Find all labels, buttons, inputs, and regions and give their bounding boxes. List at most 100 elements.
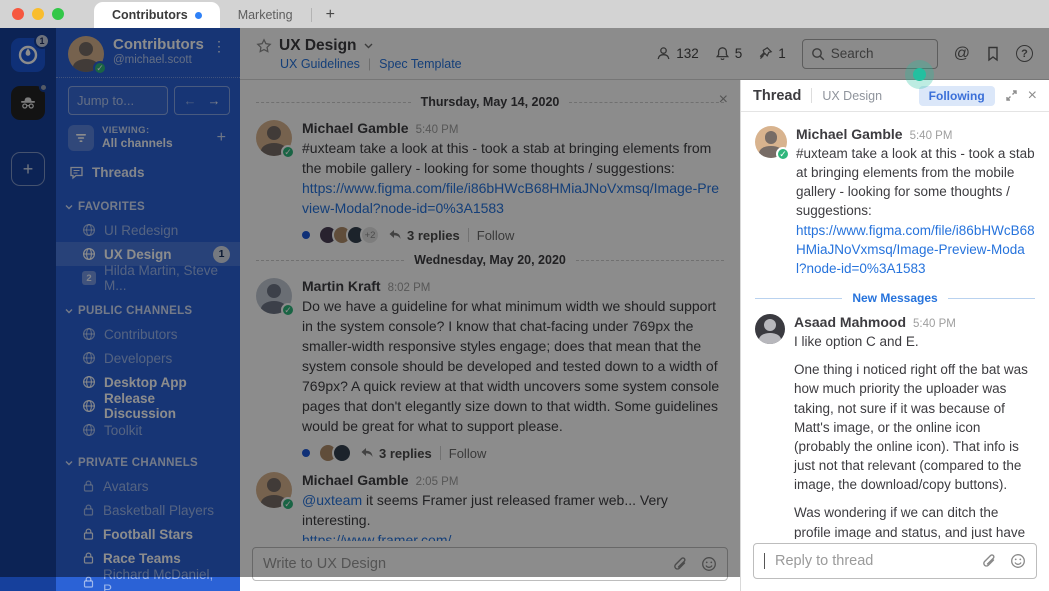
workspace-contributors[interactable]: 1 bbox=[11, 33, 50, 72]
expand-icon[interactable] bbox=[1005, 89, 1018, 102]
channel-header: UX Design UX Guidelines | Spec Template … bbox=[240, 28, 1049, 80]
thread-summary[interactable]: +2 3 replies Follow bbox=[302, 224, 724, 246]
close-icon[interactable]: × bbox=[719, 92, 728, 108]
add-channel-button[interactable]: + bbox=[215, 129, 228, 147]
framer-link[interactable]: https://www.framer.com/ bbox=[302, 532, 451, 541]
sidebar-item-release-discussion[interactable]: Release Discussion bbox=[56, 391, 240, 421]
section-favorites[interactable]: FAVORITES bbox=[56, 196, 240, 218]
figma-link[interactable]: https://www.figma.com/file/i86bHWcB68HMi… bbox=[302, 180, 719, 216]
sidebar-item-basketball-players[interactable]: Basketball Players bbox=[56, 498, 240, 522]
replies-link[interactable]: 3 replies bbox=[360, 446, 432, 461]
avatar bbox=[755, 314, 785, 345]
favorite-star-icon[interactable] bbox=[256, 37, 272, 54]
pinned-posts-button[interactable]: 5 bbox=[715, 46, 742, 61]
globe-icon bbox=[82, 351, 96, 365]
unread-count-badge: 1 bbox=[213, 245, 230, 263]
message-author[interactable]: Michael Gamble bbox=[302, 472, 409, 488]
lock-icon bbox=[82, 527, 95, 541]
online-status-icon: ✓ bbox=[281, 145, 295, 159]
header-link-spec-template[interactable]: Spec Template bbox=[379, 57, 461, 71]
forward-icon[interactable]: → bbox=[208, 93, 221, 108]
close-window-button[interactable] bbox=[12, 8, 24, 20]
lock-icon bbox=[82, 503, 95, 517]
sidebar-item-richard-mcdaniel[interactable]: Richard McDaniel, P... bbox=[56, 567, 240, 591]
message-author[interactable]: Michael Gamble bbox=[796, 126, 903, 142]
channel-sidebar: ✓ Contributors @michael.scott ⋮ ← → VIEW bbox=[56, 28, 240, 591]
attachment-icon[interactable] bbox=[982, 553, 996, 569]
new-tab-button[interactable]: + bbox=[312, 2, 349, 28]
meta-separator bbox=[439, 446, 441, 461]
sidebar-item-developers[interactable]: Developers bbox=[56, 346, 240, 370]
help-button[interactable]: ? bbox=[1016, 45, 1033, 62]
sidebar-menu-icon[interactable]: ⋮ bbox=[208, 36, 230, 57]
message-list[interactable]: × Thursday, May 14, 2020 ✓ Michael Gambl… bbox=[240, 80, 740, 541]
window-controls bbox=[0, 0, 78, 28]
bookmark-icon[interactable] bbox=[986, 46, 1000, 62]
sidebar-item-group-dm[interactable]: 2 Hilda Martin, Steve M... bbox=[56, 263, 240, 293]
header-link-ux-guidelines[interactable]: UX Guidelines bbox=[280, 57, 360, 71]
globe-icon bbox=[82, 399, 96, 413]
reply-input[interactable] bbox=[775, 553, 968, 569]
sidebar-item-toolkit[interactable]: Toolkit bbox=[56, 418, 240, 442]
tab-contributors[interactable]: Contributors bbox=[94, 2, 220, 28]
channel-title[interactable]: UX Design bbox=[279, 37, 357, 55]
jump-to-input[interactable] bbox=[68, 86, 168, 115]
maximize-window-button[interactable] bbox=[52, 8, 64, 20]
message-author[interactable]: Michael Gamble bbox=[302, 120, 409, 136]
following-button[interactable]: Following bbox=[918, 85, 995, 106]
tab-marketing[interactable]: Marketing bbox=[220, 2, 311, 28]
history-nav: ← → bbox=[174, 86, 230, 115]
attachment-icon[interactable] bbox=[673, 556, 687, 572]
chevron-down-icon bbox=[65, 204, 73, 210]
minimize-window-button[interactable] bbox=[32, 8, 44, 20]
sidebar-item-football-stars[interactable]: Football Stars bbox=[56, 522, 240, 546]
thread-root-message[interactable]: ✓ Michael Gamble 5:40 PM #uxteam take a … bbox=[755, 126, 1035, 278]
figma-link[interactable]: https://www.figma.com/file/i86bHWcB68HMi… bbox=[796, 223, 1035, 276]
saved-posts-button[interactable]: 1 bbox=[758, 46, 786, 61]
header-separator bbox=[811, 88, 813, 103]
add-workspace-button[interactable]: + bbox=[11, 152, 45, 186]
thread-message-list[interactable]: ✓ Michael Gamble 5:40 PM #uxteam take a … bbox=[741, 112, 1049, 539]
sidebar-item-ui-redesign[interactable]: UI Redesign bbox=[56, 218, 240, 242]
member-count-button[interactable]: 132 bbox=[656, 46, 699, 61]
group-size-icon: 2 bbox=[82, 271, 96, 285]
workspace-incognito[interactable] bbox=[11, 83, 48, 120]
viewing-label: VIEWING: bbox=[102, 124, 150, 136]
message-composer[interactable] bbox=[252, 547, 728, 581]
message-author[interactable]: Asaad Mahmood bbox=[794, 314, 906, 330]
thread-reply-message[interactable]: Asaad Mahmood 5:40 PM I like option C an… bbox=[755, 314, 1035, 539]
threads-icon bbox=[69, 165, 84, 180]
sidebar-item-contributors[interactable]: Contributors bbox=[56, 322, 240, 346]
globe-icon bbox=[82, 423, 96, 437]
emoji-icon[interactable] bbox=[701, 556, 717, 572]
back-icon[interactable]: ← bbox=[184, 93, 197, 108]
follow-button[interactable]: Follow bbox=[477, 228, 515, 243]
sidebar-item-threads[interactable]: Threads bbox=[56, 159, 240, 186]
message-author[interactable]: Martin Kraft bbox=[302, 278, 381, 294]
close-icon[interactable]: × bbox=[1028, 87, 1037, 105]
search-input[interactable] bbox=[830, 46, 921, 61]
replies-link[interactable]: 3 replies bbox=[388, 228, 460, 243]
message[interactable]: ✓ Martin Kraft 8:02 PM Do we have a guid… bbox=[256, 278, 724, 436]
mention-link[interactable]: @uxteam bbox=[302, 492, 362, 508]
reply-arrow-icon bbox=[388, 229, 402, 241]
sidebar-header[interactable]: ✓ Contributors @michael.scott ⋮ bbox=[56, 28, 240, 78]
message-column: × Thursday, May 14, 2020 ✓ Michael Gambl… bbox=[240, 80, 740, 591]
message-input[interactable] bbox=[263, 556, 659, 572]
section-public-channels[interactable]: PUBLIC CHANNELS bbox=[56, 300, 240, 322]
message[interactable]: ✓ Michael Gamble 2:05 PM @uxteam it seem… bbox=[256, 472, 724, 541]
emoji-icon[interactable] bbox=[1010, 553, 1026, 569]
thread-composer[interactable] bbox=[753, 543, 1037, 579]
message-text: #uxteam take a look at this - took a sta… bbox=[302, 140, 720, 217]
channel-filter-button[interactable] bbox=[68, 125, 94, 151]
search-box[interactable] bbox=[801, 38, 938, 69]
globe-icon bbox=[82, 327, 96, 341]
follow-button[interactable]: Follow bbox=[449, 446, 487, 461]
thread-summary[interactable]: 3 replies Follow bbox=[302, 442, 724, 464]
mentions-button[interactable]: @ bbox=[954, 45, 970, 63]
chevron-down-icon[interactable] bbox=[364, 43, 373, 49]
sidebar-item-avatars[interactable]: Avatars bbox=[56, 474, 240, 498]
message[interactable]: ✓ Michael Gamble 5:40 PM #uxteam take a … bbox=[256, 120, 724, 218]
section-private-channels[interactable]: PRIVATE CHANNELS bbox=[56, 452, 240, 474]
message-paragraph: One thing i noticed right off the bat wa… bbox=[794, 362, 1028, 493]
